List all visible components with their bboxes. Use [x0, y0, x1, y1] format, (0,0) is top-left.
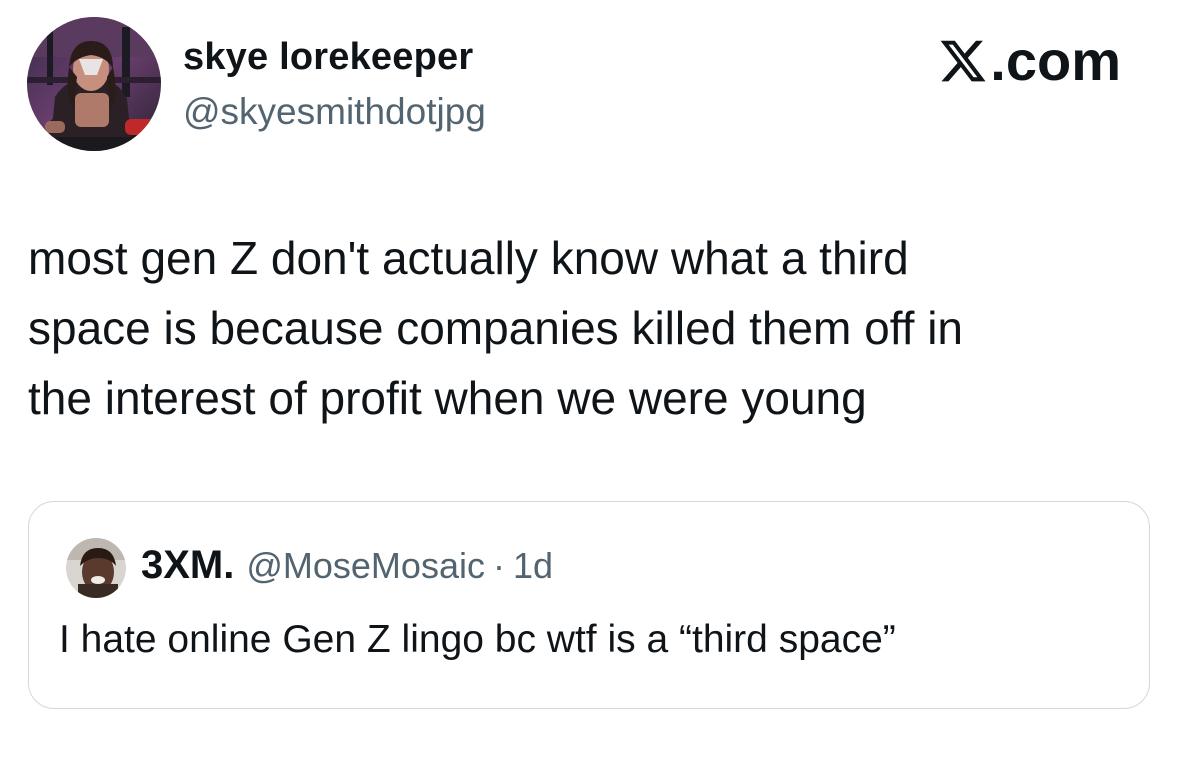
author-avatar-image [27, 17, 161, 151]
tweet-text-line: space is because companies killed them o… [28, 302, 964, 354]
tweet-text-line: the interest of profit when we were youn… [28, 372, 867, 424]
author-avatar[interactable] [27, 17, 161, 151]
tweet-body: most gen Z don't actually know what a th… [28, 223, 1128, 433]
author-handle[interactable]: @skyesmithdotjpg [183, 91, 486, 133]
x-brand-watermark: .com [938, 28, 1121, 93]
quoted-author-handle[interactable]: @MoseMosaic [246, 545, 485, 587]
quoted-author-display-name[interactable]: 3XM. [141, 543, 234, 588]
tweet-screenshot: skye lorekeeper @skyesmithdotjpg .com mo… [0, 0, 1179, 774]
x-logo-icon [940, 40, 986, 81]
brand-domain-suffix: .com [990, 29, 1121, 92]
quoted-author-avatar[interactable] [66, 538, 126, 598]
quoted-tweet-header: 3XM. @MoseMosaic · 1d [141, 543, 553, 588]
quoted-tweet-card[interactable]: 3XM. @MoseMosaic · 1d I hate online Gen … [28, 501, 1150, 709]
tweet-text-line: most gen Z don't actually know what a th… [28, 232, 909, 284]
header-separator: · [492, 545, 505, 586]
quoted-author-avatar-image [66, 538, 126, 598]
quoted-tweet-text: I hate online Gen Z lingo bc wtf is a “t… [59, 618, 896, 661]
author-display-name[interactable]: skye lorekeeper [183, 36, 473, 79]
quoted-tweet-timestamp[interactable]: 1d [513, 545, 553, 587]
